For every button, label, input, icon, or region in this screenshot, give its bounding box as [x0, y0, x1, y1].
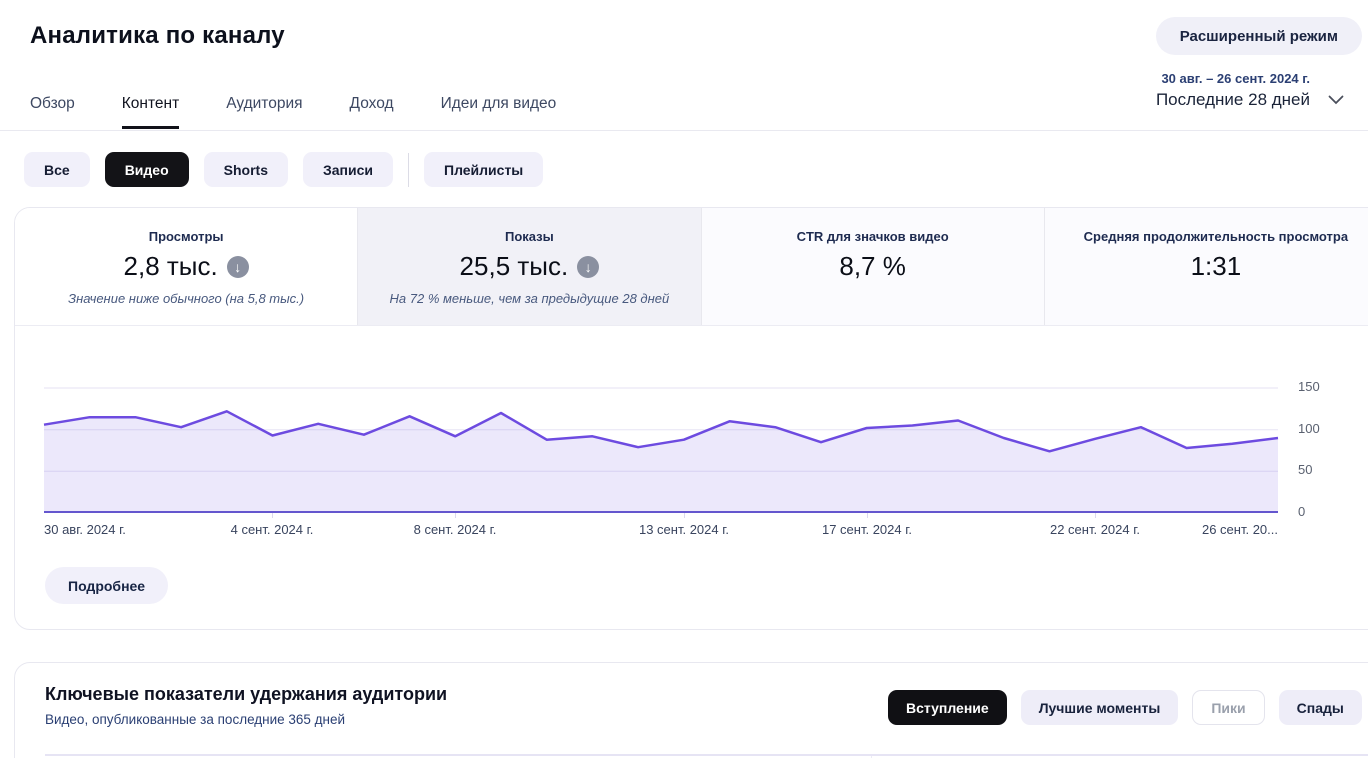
x-axis-label: 4 сент. 2024 г.: [231, 522, 314, 537]
advanced-mode-button[interactable]: Расширенный режим: [1156, 17, 1362, 55]
analytics-tabs: Обзор Контент Аудитория Доход Идеи для в…: [30, 95, 556, 129]
x-axis-label: 26 сент. 20...: [1202, 522, 1278, 537]
metric-value: 8,7 %: [839, 251, 906, 282]
segment-button-spikes[interactable]: Пики: [1192, 690, 1264, 725]
tab-overview[interactable]: Обзор: [30, 95, 75, 129]
channel-analytics-page: Аналитика по каналу Расширенный режим 30…: [0, 0, 1368, 758]
analytics-card: Просмотры 2,8 тыс. ↓ Значение ниже обычн…: [14, 207, 1368, 630]
date-range-selector[interactable]: 30 авг. – 26 сент. 2024 г. Последние 28 …: [1156, 71, 1310, 110]
page-title: Аналитика по каналу: [30, 22, 285, 50]
trend-down-icon: ↓: [227, 256, 249, 278]
metric-label: Показы: [358, 229, 700, 244]
tab-audience[interactable]: Аудитория: [226, 95, 302, 129]
filter-chip-shorts[interactable]: Shorts: [204, 152, 288, 187]
x-axis-label: 22 сент. 2024 г.: [1050, 522, 1140, 537]
content-filter-chips: Все Видео Shorts Записи Плейлисты: [24, 152, 543, 187]
metric-cards-row: Просмотры 2,8 тыс. ↓ Значение ниже обычн…: [15, 208, 1368, 326]
trend-down-icon: ↓: [577, 256, 599, 278]
details-button[interactable]: Подробнее: [45, 567, 168, 604]
impressions-line-chart[interactable]: [44, 381, 1278, 513]
retention-segment-buttons: Вступление Лучшие моменты Пики Спады: [888, 690, 1362, 725]
chevron-down-icon[interactable]: [1328, 92, 1344, 110]
metric-value: 1:31: [1191, 251, 1242, 282]
retention-table-divider: [45, 754, 1368, 756]
segment-button-dips[interactable]: Спады: [1279, 690, 1362, 725]
metric-label: CTR для значков видео: [702, 229, 1044, 244]
filter-chip-posts[interactable]: Записи: [303, 152, 393, 187]
x-axis-tick: [455, 513, 456, 518]
x-axis-tick: [684, 513, 685, 518]
metric-label: Средняя продолжительность просмотра: [1045, 229, 1368, 244]
x-axis-label: 13 сент. 2024 г.: [639, 522, 729, 537]
chart-area-fill: [44, 411, 1278, 513]
filter-chip-all[interactable]: Все: [24, 152, 90, 187]
segment-button-top-moments[interactable]: Лучшие моменты: [1021, 690, 1179, 725]
x-axis-label: 8 сент. 2024 г.: [414, 522, 497, 537]
date-range-label: 30 авг. – 26 сент. 2024 г.: [1156, 71, 1310, 86]
metric-note: Значение ниже обычного (на 5,8 тыс.): [15, 291, 357, 306]
filter-chip-video[interactable]: Видео: [105, 152, 189, 187]
tab-content[interactable]: Контент: [122, 95, 179, 129]
tab-revenue[interactable]: Доход: [350, 95, 394, 129]
metric-value: 2,8 тыс.: [124, 251, 218, 282]
x-axis-tick: [867, 513, 868, 518]
metric-card-impressions[interactable]: Показы 25,5 тыс. ↓ На 72 % меньше, чем з…: [358, 208, 701, 325]
metric-card-ctr[interactable]: CTR для значков видео 8,7 %: [702, 208, 1045, 325]
y-axis-label: 50: [1298, 462, 1338, 477]
filter-chip-playlists[interactable]: Плейлисты: [424, 152, 543, 187]
x-axis-tick: [272, 513, 273, 518]
tab-video-ideas[interactable]: Идеи для видео: [441, 95, 557, 129]
retention-card: Ключевые показатели удержания аудитории …: [14, 662, 1368, 758]
segment-button-intro[interactable]: Вступление: [888, 690, 1007, 725]
x-axis-label: 30 авг. 2024 г.: [44, 522, 126, 537]
header-divider: [0, 130, 1368, 131]
metric-card-avg-view-duration[interactable]: Средняя продолжительность просмотра 1:31: [1045, 208, 1368, 325]
date-period-label: Последние 28 дней: [1156, 90, 1310, 110]
metric-note: На 72 % меньше, чем за предыдущие 28 дне…: [358, 291, 700, 306]
x-axis-tick: [1095, 513, 1096, 518]
retention-section-subtitle: Видео, опубликованные за последние 365 д…: [45, 712, 345, 727]
chip-divider: [408, 153, 409, 187]
x-axis-label: 17 сент. 2024 г.: [822, 522, 912, 537]
metric-label: Просмотры: [15, 229, 357, 244]
y-axis-label: 150: [1298, 379, 1338, 394]
metric-card-views[interactable]: Просмотры 2,8 тыс. ↓ Значение ниже обычн…: [15, 208, 358, 325]
y-axis-label: 100: [1298, 421, 1338, 436]
retention-section-title: Ключевые показатели удержания аудитории: [45, 684, 447, 705]
y-axis-label: 0: [1298, 504, 1338, 519]
metric-value: 25,5 тыс.: [460, 251, 569, 282]
